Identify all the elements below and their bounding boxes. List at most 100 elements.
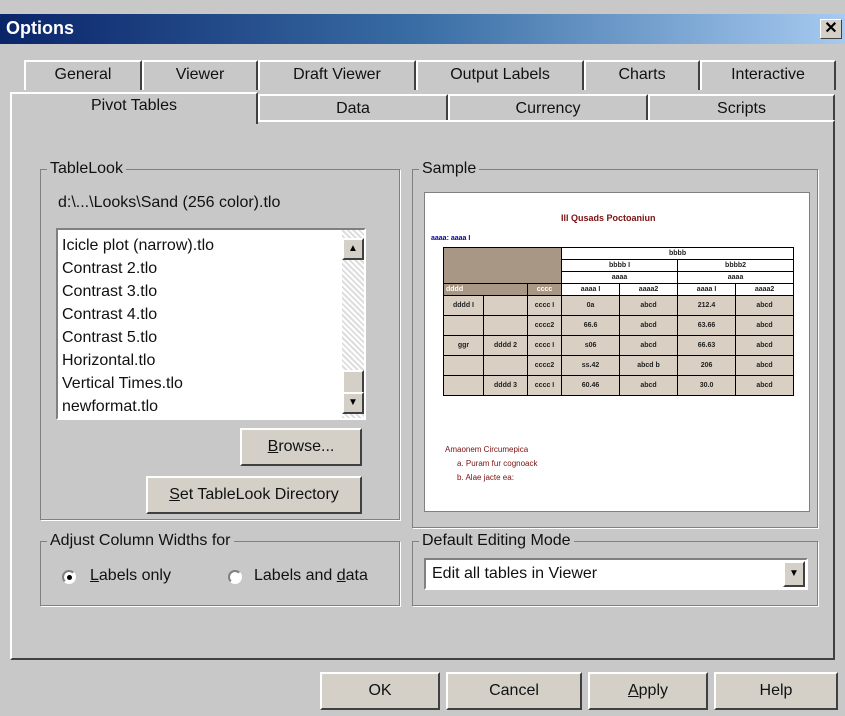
sample-header-sub2: bbbb2 bbox=[677, 259, 795, 272]
sample-corner bbox=[442, 247, 563, 284]
labels-only-radio[interactable] bbox=[62, 570, 76, 584]
tab-interactive[interactable]: Interactive bbox=[700, 60, 836, 90]
sample-footnote: b. Alae jacte ea: bbox=[457, 473, 514, 482]
sample-row-dim: dddd bbox=[443, 283, 528, 296]
list-item[interactable]: Icicle plot (narrow).tlo bbox=[58, 234, 364, 257]
sample-tag: aaaa: aaaa I bbox=[431, 235, 471, 242]
tablelook-list[interactable]: Icicle plot (narrow).tlo Contrast 2.tlo … bbox=[56, 228, 366, 420]
sample-col-label: aaaa2 bbox=[619, 283, 679, 296]
adjust-legend: Adjust Column Widths for bbox=[50, 532, 231, 549]
sample-cell: abcd bbox=[619, 335, 679, 356]
sample-cell: ggr bbox=[443, 335, 484, 356]
sample-cell: 206 bbox=[677, 355, 737, 376]
labels-and-data-radio[interactable] bbox=[228, 570, 242, 584]
sample-cell: abcd bbox=[619, 315, 679, 336]
list-item[interactable]: Contrast 4.tlo bbox=[58, 303, 364, 326]
ok-button[interactable]: OK bbox=[320, 672, 440, 710]
editing-mode-value: Edit all tables in Viewer bbox=[432, 565, 598, 582]
sample-cell: abcd bbox=[735, 315, 795, 336]
editing-legend: Default Editing Mode bbox=[422, 532, 571, 549]
tab-draft-viewer[interactable]: Draft Viewer bbox=[258, 60, 416, 90]
tab-charts[interactable]: Charts bbox=[584, 60, 700, 90]
sample-footnote: a. Puram fur cognoack bbox=[457, 459, 538, 468]
sample-header-sub1: bbbb I bbox=[561, 259, 679, 272]
labels-and-data-label[interactable]: Labels and data bbox=[254, 567, 368, 585]
scroll-up-icon[interactable]: ▲ bbox=[342, 238, 364, 260]
setdir-label-post: et TableLook Directory bbox=[179, 486, 339, 503]
sample-cell: dddd 3 bbox=[483, 375, 528, 396]
sample-cell: abcd bbox=[735, 335, 795, 356]
sample-cell: ss.42 bbox=[561, 355, 621, 376]
close-icon[interactable]: ✕ bbox=[820, 19, 842, 39]
sample-col-label: aaaa I bbox=[677, 283, 737, 296]
list-item[interactable]: newformat.tlo bbox=[58, 395, 364, 418]
sample-cell: abcd bbox=[735, 355, 795, 376]
title-bar[interactable]: Options ✕ bbox=[0, 14, 845, 44]
apply-post: pply bbox=[638, 682, 669, 699]
browse-label-key: B bbox=[267, 438, 279, 455]
sample-header-aaaa: aaaa bbox=[561, 271, 679, 284]
editing-mode-select[interactable]: Edit all tables in Viewer ▼ bbox=[424, 558, 808, 590]
sample-cell: 212.4 bbox=[677, 295, 737, 316]
sample-cell bbox=[483, 315, 528, 336]
sample-cell: abcd bbox=[735, 295, 795, 316]
labels-and-data-pre: Labels and bbox=[254, 567, 337, 584]
sample-row-dim: cccc bbox=[526, 283, 563, 296]
list-item[interactable]: Horizontal.tlo bbox=[58, 349, 364, 372]
sample-header-main: bbbb bbox=[561, 247, 795, 260]
cancel-button[interactable]: Cancel bbox=[446, 672, 582, 710]
apply-key: A bbox=[627, 682, 639, 699]
labels-and-data-key: d bbox=[336, 567, 346, 584]
tablelook-legend: TableLook bbox=[50, 160, 123, 177]
sample-cell: abcd bbox=[619, 295, 679, 316]
sample-cell: 66.6 bbox=[561, 315, 621, 336]
sample-cell bbox=[443, 355, 484, 376]
sample-cell: abcd b bbox=[619, 355, 679, 376]
browse-button[interactable]: Browse... bbox=[240, 428, 362, 466]
sample-cell: 0a bbox=[561, 295, 621, 316]
sample-cell: 30.0 bbox=[677, 375, 737, 396]
labels-only-key: L bbox=[90, 567, 99, 584]
sample-cell bbox=[483, 295, 528, 316]
sample-cell: 66.63 bbox=[677, 335, 737, 356]
help-button[interactable]: Help bbox=[714, 672, 838, 710]
tab-output-labels[interactable]: Output Labels bbox=[416, 60, 584, 90]
sample-cell: cccc2 bbox=[526, 355, 563, 376]
options-dialog: Options ✕ General Viewer Draft Viewer Ou… bbox=[0, 0, 845, 716]
labels-and-data-post: ata bbox=[345, 567, 368, 584]
sample-cell: dddd I bbox=[443, 295, 484, 316]
radio-selected-dot bbox=[67, 575, 72, 580]
sample-cell: dddd 2 bbox=[483, 335, 528, 356]
sample-cell: 63.66 bbox=[677, 315, 737, 336]
apply-button[interactable]: Apply bbox=[588, 672, 708, 710]
sample-footnote-title: Amaonem Circumepica bbox=[445, 445, 529, 454]
labels-only-label[interactable]: Labels only bbox=[90, 567, 171, 585]
sample-cell: abcd bbox=[735, 375, 795, 396]
list-item[interactable]: Contrast 2.tlo bbox=[58, 257, 364, 280]
set-tablelook-directory-button[interactable]: Set TableLook Directory bbox=[146, 476, 362, 514]
sample-cell bbox=[483, 355, 528, 376]
sample-cell bbox=[443, 375, 484, 396]
tab-pivot-tables[interactable]: Pivot Tables bbox=[10, 92, 258, 124]
sample-cell: cccc2 bbox=[526, 315, 563, 336]
tab-general[interactable]: General bbox=[24, 60, 142, 90]
sample-header-aaaa: aaaa bbox=[677, 271, 795, 284]
list-item[interactable]: Contrast 5.tlo bbox=[58, 326, 364, 349]
sample-col-label: aaaa2 bbox=[735, 283, 795, 296]
list-item[interactable]: Vertical Times.tlo bbox=[58, 372, 364, 395]
scroll-down-icon[interactable]: ▼ bbox=[342, 392, 364, 414]
sample-cell: abcd bbox=[619, 375, 679, 396]
sample-cell: cccc I bbox=[526, 295, 563, 316]
sample-cell: s06 bbox=[561, 335, 621, 356]
sample-table: bbbb bbbb I bbbb2 aaaa aaaa dddd cccc aa… bbox=[442, 247, 795, 396]
sample-col-label: aaaa I bbox=[561, 283, 621, 296]
list-item[interactable]: Contrast 3.tlo bbox=[58, 280, 364, 303]
sample-cell: 60.46 bbox=[561, 375, 621, 396]
chevron-down-icon[interactable]: ▼ bbox=[783, 561, 805, 587]
list-scrollbar[interactable]: ▲ ▼ bbox=[342, 230, 364, 418]
setdir-label-key: S bbox=[169, 486, 180, 503]
sample-cell bbox=[443, 315, 484, 336]
sample-cell: cccc I bbox=[526, 335, 563, 356]
scroll-thumb[interactable] bbox=[342, 370, 364, 394]
tab-viewer[interactable]: Viewer bbox=[142, 60, 258, 90]
